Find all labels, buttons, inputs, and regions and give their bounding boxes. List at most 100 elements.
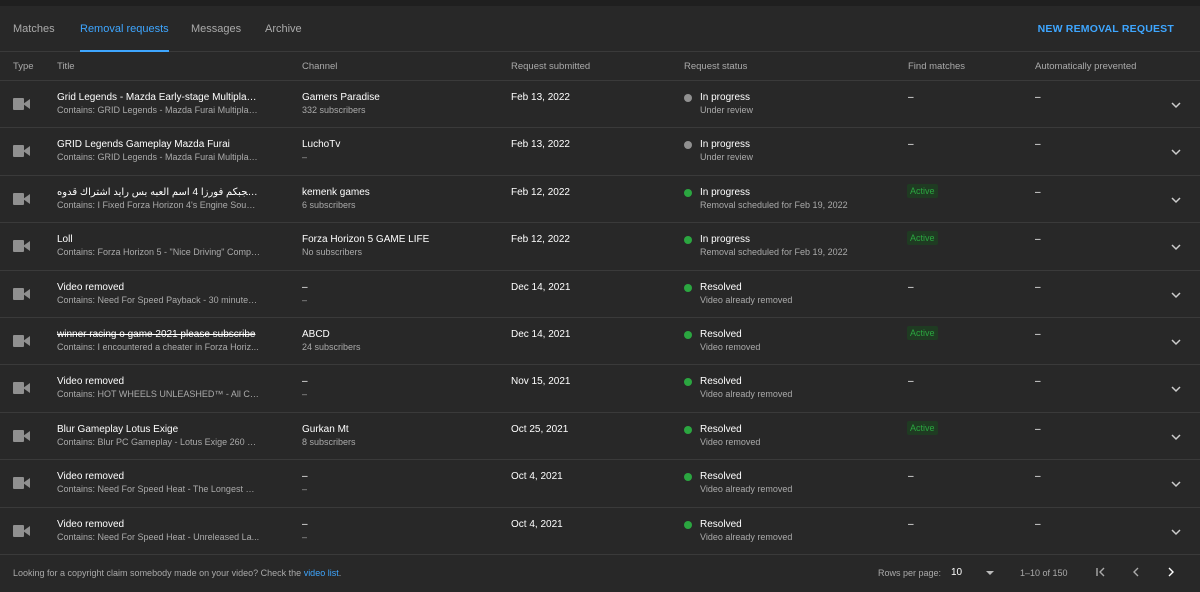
channel-name[interactable]: – xyxy=(302,376,492,387)
channel-name[interactable]: Forza Horizon 5 GAME LIFE xyxy=(302,234,492,245)
video-title[interactable]: Video removed xyxy=(57,282,260,293)
video-title[interactable]: Loll xyxy=(57,234,260,245)
status-dot xyxy=(684,473,692,482)
video-camera-icon xyxy=(13,524,30,537)
video-title[interactable]: Video removed xyxy=(57,471,260,482)
tab-archive[interactable]: Archive xyxy=(265,6,302,52)
video-title[interactable]: GRID Legends Gameplay Mazda Furai xyxy=(57,139,260,150)
table-row[interactable]: Video removed Contains: HOT WHEELS UNLEAS… xyxy=(0,365,1200,413)
status-text: Resolved xyxy=(700,423,742,435)
chevron-down-icon[interactable] xyxy=(1169,525,1183,539)
status-dot xyxy=(684,283,692,292)
contains-text: Contains: I Fixed Forza Horizon 4's Engi… xyxy=(57,199,260,210)
status-text: Resolved xyxy=(700,518,742,530)
chevron-down-icon[interactable] xyxy=(1169,240,1183,254)
channel-name[interactable]: Gamers Paradise xyxy=(302,92,492,103)
table-row[interactable]: Video removed Contains: Need For Speed Pa… xyxy=(0,271,1200,318)
tab-matches[interactable]: Matches xyxy=(13,6,55,52)
find-matches-value: – xyxy=(908,376,914,388)
pagination-range: 1–10 of 150 xyxy=(1020,568,1068,578)
channel-name[interactable]: kemenk games xyxy=(302,187,492,198)
video-list-link[interactable]: video list xyxy=(304,568,339,578)
status-dot xyxy=(684,236,692,245)
video-camera-icon xyxy=(13,98,30,110)
request-date: Oct 4, 2021 xyxy=(511,518,563,530)
column-channel: Channel xyxy=(302,61,338,72)
status-detail: Under review xyxy=(700,152,754,163)
status-detail: Video removed xyxy=(700,341,761,352)
column-request-submitted: Request submitted xyxy=(511,61,591,72)
contains-text: Contains: HOT WHEELS UNLEASHED™ - All Ca… xyxy=(57,389,260,400)
contains-text: Contains: GRID Legends - Mazda Furai Mul… xyxy=(57,105,260,115)
chevron-down-icon[interactable] xyxy=(1169,98,1183,112)
request-date: Feb 13, 2022 xyxy=(511,139,570,151)
next-page-icon[interactable] xyxy=(1164,565,1178,579)
video-camera-icon xyxy=(13,145,30,158)
channel-name[interactable]: LuchoTv xyxy=(302,139,492,150)
table-row[interactable]: انشاء الله تعجبكم فورزا 4 اسم العبه بس ر… xyxy=(0,176,1200,224)
status-text: Resolved xyxy=(700,376,742,388)
auto-prevented-value: – xyxy=(1035,92,1041,103)
table-row[interactable]: Video removed Contains: Need For Speed He… xyxy=(0,508,1200,555)
video-title[interactable]: Video removed xyxy=(57,376,260,387)
status-detail: Video already removed xyxy=(700,294,793,305)
table-row[interactable]: Grid Legends - Mazda Early-stage Multipl… xyxy=(0,81,1200,129)
status-text: In progress xyxy=(700,234,751,246)
auto-prevented-value: – xyxy=(1035,376,1041,388)
chevron-down-icon[interactable] xyxy=(1169,335,1183,349)
video-camera-icon xyxy=(13,477,30,490)
status-text: In progress xyxy=(700,139,751,151)
video-camera-icon xyxy=(13,192,30,205)
channel-name[interactable]: – xyxy=(302,471,492,482)
status-dot xyxy=(684,94,692,102)
video-title[interactable]: Grid Legends - Mazda Early-stage Multipl… xyxy=(57,92,260,103)
first-page-icon[interactable] xyxy=(1094,565,1108,579)
rows-per-page-select[interactable]: 10 xyxy=(951,567,962,578)
channel-name[interactable]: Gurkan Mt xyxy=(302,424,492,435)
table-row[interactable]: Loll Contains: Forza Horizon 5 - "Nice Dr… xyxy=(0,223,1200,271)
table-row[interactable]: winner racing o game 2021 please subscri… xyxy=(0,318,1200,366)
video-camera-icon xyxy=(13,382,30,395)
table-header: Type Title Channel Request submitted Req… xyxy=(0,53,1200,81)
request-date: Feb 12, 2022 xyxy=(511,234,570,246)
video-title[interactable]: winner racing o game 2021 please subscri… xyxy=(57,329,260,340)
contains-text: Contains: Need For Speed Payback - 30 mi… xyxy=(57,294,260,305)
contains-text: Contains: GRID Legends - Mazda Furai Mul… xyxy=(57,152,260,163)
request-date: Dec 14, 2021 xyxy=(511,328,571,340)
table-row[interactable]: Blur Gameplay Lotus Exige Contains: Blur … xyxy=(0,413,1200,461)
chevron-down-icon[interactable] xyxy=(1169,193,1183,207)
auto-prevented-value: – xyxy=(1035,139,1041,151)
request-date: Feb 13, 2022 xyxy=(511,92,570,103)
channel-name[interactable]: – xyxy=(302,282,492,293)
tab-removal-requests[interactable]: Removal requests xyxy=(80,6,169,52)
previous-page-icon[interactable] xyxy=(1129,565,1143,579)
video-title[interactable]: Blur Gameplay Lotus Exige xyxy=(57,424,260,435)
chevron-down-icon[interactable] xyxy=(1169,145,1183,159)
auto-prevented-value: – xyxy=(1035,186,1041,198)
chevron-down-icon[interactable] xyxy=(1169,430,1183,444)
chevron-down-icon[interactable] xyxy=(1169,288,1183,302)
column-find-matches: Find matches xyxy=(908,61,966,72)
dropdown-arrow-icon[interactable] xyxy=(986,571,994,575)
channel-name[interactable]: – xyxy=(302,519,492,530)
contains-text: Contains: Blur PC Gameplay - Lotus Exige… xyxy=(57,436,260,447)
video-title[interactable]: انشاء الله تعجبكم فورزا 4 اسم العبه بس ر… xyxy=(57,187,260,198)
find-matches-value: – xyxy=(908,139,914,151)
chevron-down-icon[interactable] xyxy=(1169,477,1183,491)
video-camera-icon xyxy=(13,429,30,442)
tab-messages[interactable]: Messages xyxy=(191,6,241,52)
channel-name[interactable]: ABCD xyxy=(302,329,492,340)
status-detail: Video already removed xyxy=(700,484,793,495)
status-text: Resolved xyxy=(700,328,742,340)
video-title[interactable]: Video removed xyxy=(57,519,260,530)
request-date: Oct 25, 2021 xyxy=(511,423,569,435)
chevron-down-icon[interactable] xyxy=(1169,382,1183,396)
status-detail: Removal scheduled for Feb 19, 2022 xyxy=(700,199,848,210)
status-text: Resolved xyxy=(700,281,742,293)
status-text: In progress xyxy=(700,92,751,103)
status-dot xyxy=(684,188,692,197)
auto-prevented-value: – xyxy=(1035,518,1041,530)
table-row[interactable]: GRID Legends Gameplay Mazda Furai Contain… xyxy=(0,128,1200,176)
table-row[interactable]: Video removed Contains: Need For Speed He… xyxy=(0,460,1200,508)
new-removal-request-button[interactable]: NEW REMOVAL REQUEST xyxy=(1038,6,1174,52)
